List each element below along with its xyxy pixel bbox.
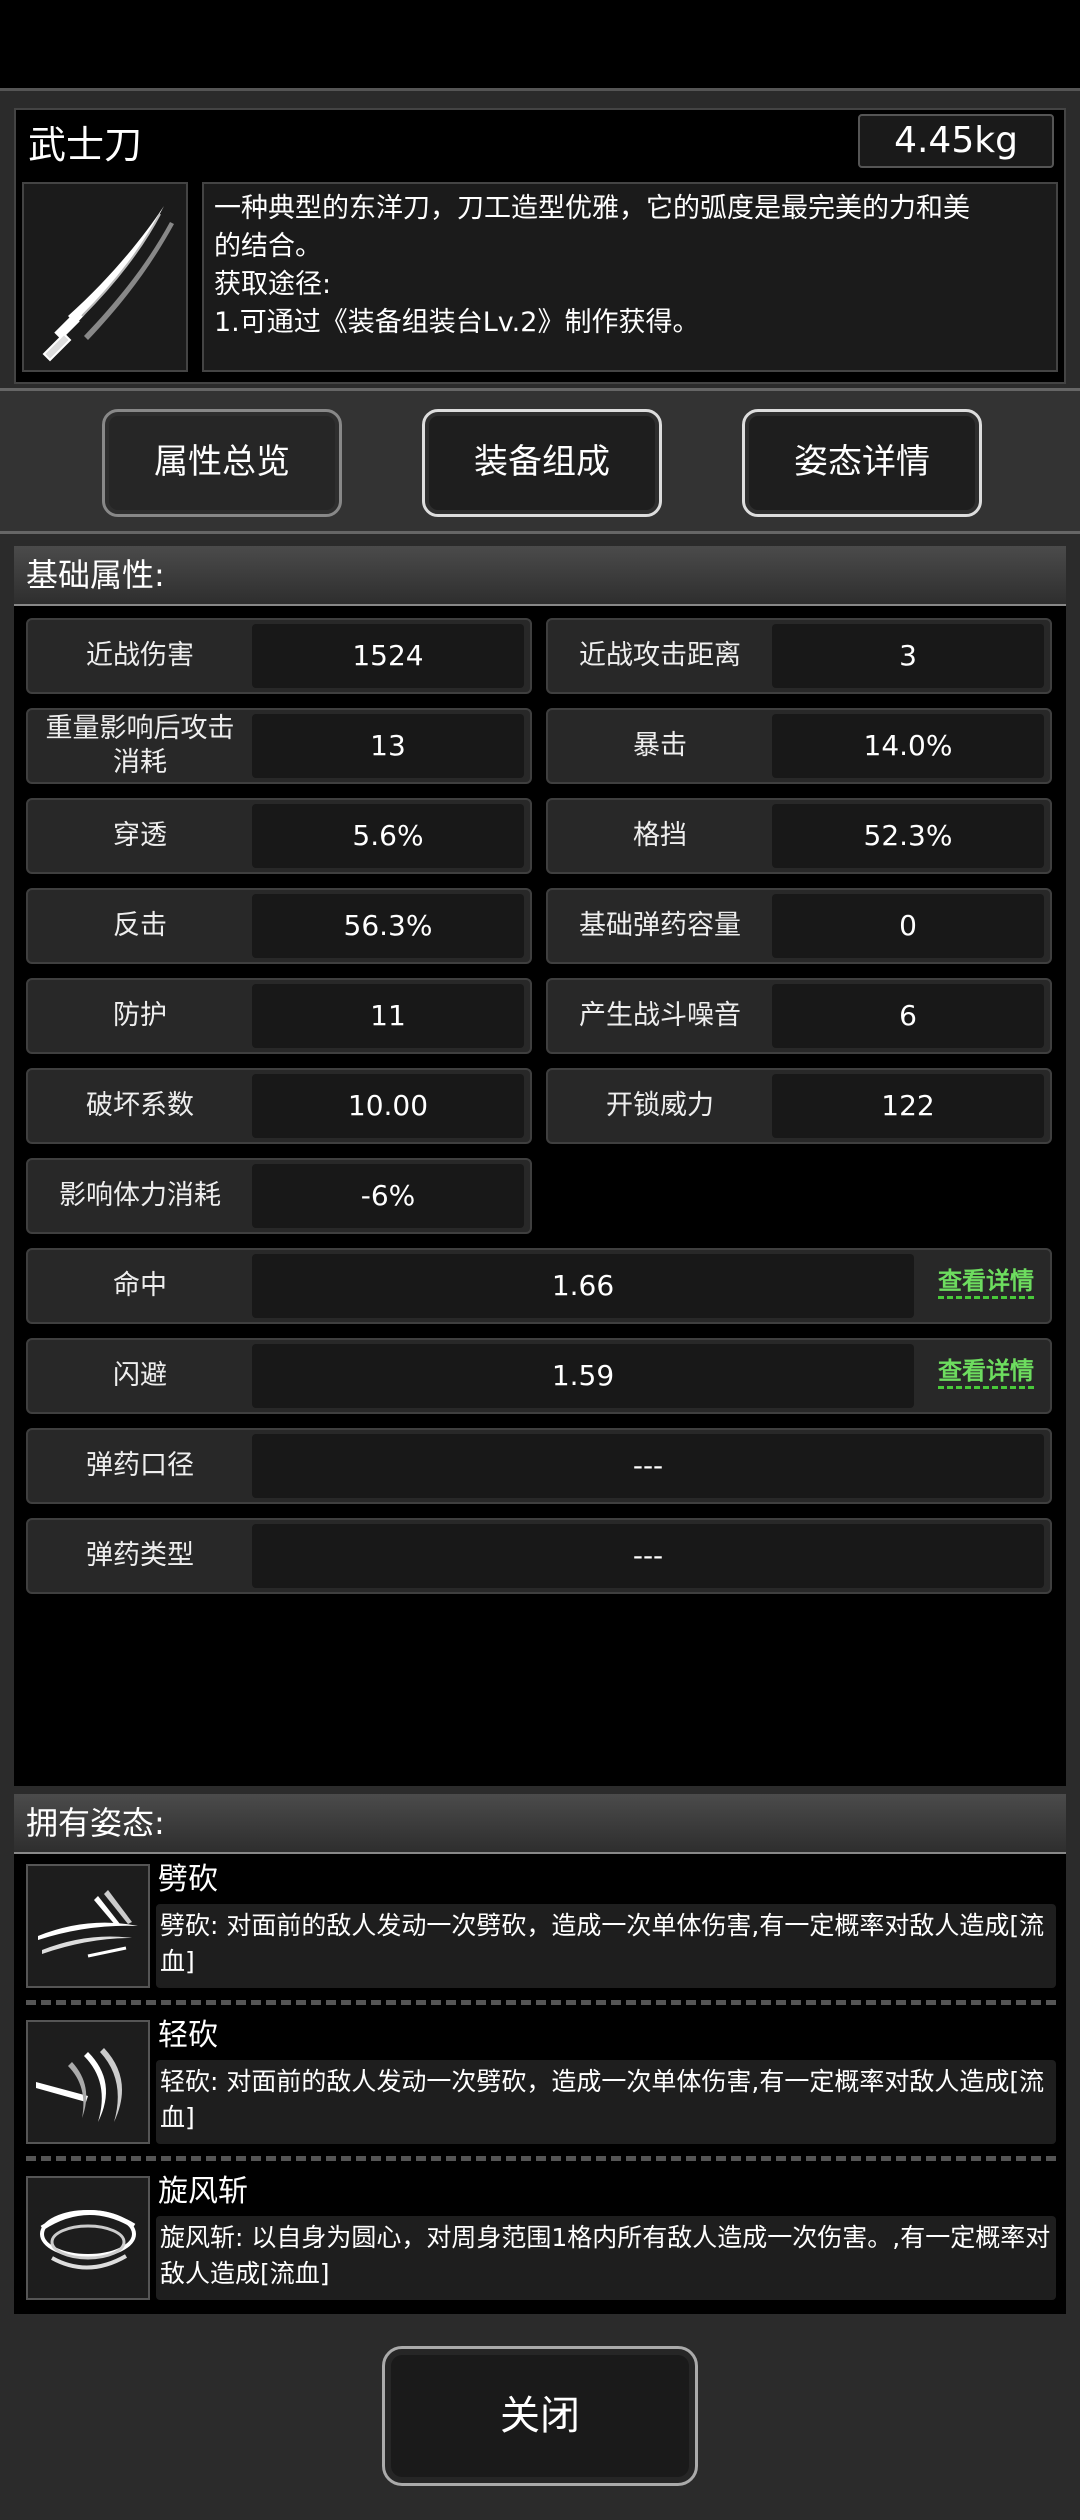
stat-value: 10.00 xyxy=(252,1074,524,1138)
stat-value: 1.59 xyxy=(252,1344,914,1408)
accuracy-details-link[interactable]: 查看详情 xyxy=(938,1266,1034,1299)
stat-value: -6% xyxy=(252,1164,524,1228)
stat-value: 52.3% xyxy=(772,804,1044,868)
stat-value: 122 xyxy=(772,1074,1044,1138)
katana-icon xyxy=(22,182,188,372)
stance-name: 轻砍 xyxy=(158,2018,218,2053)
stat-label: 暴击 xyxy=(633,730,687,761)
item-description: 一种典型的东洋刀，刀工造型优雅，它的弧度是最完美的力和美 的结合。 获取途径: … xyxy=(202,182,1058,372)
stance-item[interactable]: 轻砍 轻砍: 对面前的敌人发动一次劈砍，造成一次单体伤害,有一定概率对敌人造成[… xyxy=(26,2016,1056,2152)
stat-label: 防护 xyxy=(113,1000,167,1031)
stat-value: 5.6% xyxy=(252,804,524,868)
description-line: 获取途径: xyxy=(214,269,332,300)
stat-label: 重量影响后攻击消耗 xyxy=(45,713,235,778)
stat-value: 6 xyxy=(772,984,1044,1048)
stat-counter: 反击 56.3% xyxy=(26,888,532,964)
stat-melee-range: 近战攻击距离 3 xyxy=(546,618,1052,694)
stat-value: 14.0% xyxy=(772,714,1044,778)
stances-title: 拥有姿态: xyxy=(14,1794,1066,1854)
item-name: 武士刀 xyxy=(28,123,143,167)
evasion-details-link[interactable]: 查看详情 xyxy=(938,1356,1034,1389)
stat-penetration: 穿透 5.6% xyxy=(26,798,532,874)
description-line: 一种典型的东洋刀，刀工造型优雅，它的弧度是最完美的力和美 xyxy=(214,193,970,224)
stat-melee-damage: 近战伤害 1524 xyxy=(26,618,532,694)
stance-item[interactable]: 劈砍 劈砍: 对面前的敌人发动一次劈砍，造成一次单体伤害,有一定概率对敌人造成[… xyxy=(26,1860,1056,1996)
stance-name: 劈砍 xyxy=(158,1862,218,1897)
stat-value: --- xyxy=(252,1434,1044,1498)
stat-label: 影响体力消耗 xyxy=(59,1180,221,1211)
stat-value: --- xyxy=(252,1524,1044,1588)
stat-label: 近战攻击距离 xyxy=(579,640,741,671)
stat-ammo-caliber: 弹药口径 --- xyxy=(26,1428,1052,1504)
stat-label: 命中 xyxy=(113,1270,167,1301)
stat-ammo-capacity: 基础弹药容量 0 xyxy=(546,888,1052,964)
tab-bar: 属性总览 装备组成 姿态详情 xyxy=(0,388,1080,534)
stat-label: 开锁威力 xyxy=(606,1090,714,1121)
stat-value: 3 xyxy=(772,624,1044,688)
stat-value: 1.66 xyxy=(252,1254,914,1318)
stat-label: 穿透 xyxy=(113,820,167,851)
stat-destruction: 破坏系数 10.00 xyxy=(26,1068,532,1144)
stat-accuracy: 命中 1.66 查看详情 xyxy=(26,1248,1052,1324)
stat-label: 弹药类型 xyxy=(86,1540,194,1571)
stat-value: 56.3% xyxy=(252,894,524,958)
stance-description: 旋风斩: 以自身为圆心，对周身范围1格内所有敌人造成一次伤害。,有一定概率对敌人… xyxy=(156,2216,1056,2300)
tab-stance-details[interactable]: 姿态详情 xyxy=(742,409,982,517)
stat-combat-noise: 产生战斗噪音 6 xyxy=(546,978,1052,1054)
stat-label: 闪避 xyxy=(113,1360,167,1391)
stat-label: 基础弹药容量 xyxy=(579,910,741,941)
stance-description: 劈砍: 对面前的敌人发动一次劈砍，造成一次单体伤害,有一定概率对敌人造成[流血] xyxy=(156,1904,1056,1988)
stat-evasion: 闪避 1.59 查看详情 xyxy=(26,1338,1052,1414)
stat-value: 1524 xyxy=(252,624,524,688)
stat-label: 弹药口径 xyxy=(86,1450,194,1481)
description-line: 的结合。 xyxy=(214,231,322,262)
stat-lockpick-power: 开锁威力 122 xyxy=(546,1068,1052,1144)
close-button[interactable]: 关闭 xyxy=(382,2346,698,2486)
stat-value: 0 xyxy=(772,894,1044,958)
stat-label: 产生战斗噪音 xyxy=(579,1000,741,1031)
tab-attribute-overview[interactable]: 属性总览 xyxy=(102,409,342,517)
tab-equipment-composition[interactable]: 装备组成 xyxy=(422,409,662,517)
stat-protection: 防护 11 xyxy=(26,978,532,1054)
stat-block: 格挡 52.3% xyxy=(546,798,1052,874)
stat-label: 反击 xyxy=(113,910,167,941)
stat-critical: 暴击 14.0% xyxy=(546,708,1052,784)
slash-icon xyxy=(26,1864,150,1988)
basic-attributes-title: 基础属性: xyxy=(14,546,1066,606)
stat-value: 11 xyxy=(252,984,524,1048)
stat-ammo-type: 弹药类型 --- xyxy=(26,1518,1052,1594)
stat-label: 近战伤害 xyxy=(86,640,194,671)
basic-attributes-section: 基础属性: 近战伤害 1524 近战攻击距离 3 重量影响后攻击消耗 13 暴击… xyxy=(14,546,1066,1786)
item-weight: 4.45kg xyxy=(858,114,1054,168)
item-header: 武士刀 4.45kg 一种典型的东洋刀，刀工造型优雅，它的弧度是最完美的力和美 … xyxy=(14,108,1066,384)
stat-stamina-cost: 影响体力消耗 -6% xyxy=(26,1158,532,1234)
whirlwind-icon xyxy=(26,2176,150,2300)
stat-label: 破坏系数 xyxy=(86,1090,194,1121)
light-slash-icon xyxy=(26,2020,150,2144)
stance-name: 旋风斩 xyxy=(158,2174,248,2209)
stat-attack-cost: 重量影响后攻击消耗 13 xyxy=(26,708,532,784)
divider xyxy=(26,2000,1056,2005)
stance-description: 轻砍: 对面前的敌人发动一次劈砍，造成一次单体伤害,有一定概率对敌人造成[流血] xyxy=(156,2060,1056,2144)
stances-section: 拥有姿态: 劈砍 劈砍: 对面前的敌人发动一次劈砍，造成一次单体伤害,有一定概率… xyxy=(14,1794,1066,2314)
stance-item[interactable]: 旋风斩 旋风斩: 以自身为圆心，对周身范围1格内所有敌人造成一次伤害。,有一定概… xyxy=(26,2172,1056,2308)
description-line: 1.可通过《装备组装台Lv.2》制作获得。 xyxy=(214,307,700,338)
stat-value: 13 xyxy=(252,714,524,778)
stat-label: 格挡 xyxy=(633,820,687,851)
divider xyxy=(26,2156,1056,2161)
